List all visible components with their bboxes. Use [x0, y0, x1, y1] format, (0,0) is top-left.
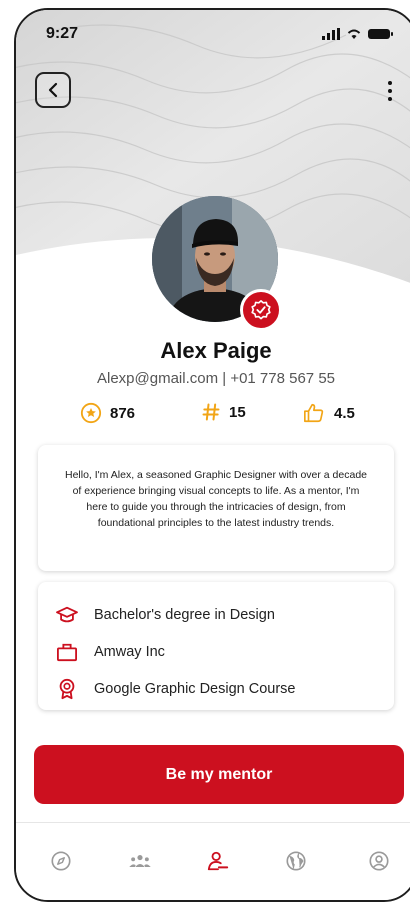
detail-certification-label: Google Graphic Design Course	[94, 680, 296, 697]
stat-points-value: 876	[110, 404, 136, 422]
award-ribbon-icon	[56, 678, 78, 700]
nav-explore[interactable]	[49, 849, 73, 873]
chevron-left-icon	[48, 82, 58, 98]
nav-global[interactable]	[284, 849, 308, 873]
stats-row: 876 15 4.5	[16, 402, 410, 428]
profile-contact: Alexp@gmail.com | +01 778 567 55	[96, 370, 335, 387]
verified-badge	[240, 289, 282, 331]
details-card: Bachelor's degree in Design Amway Inc Go…	[38, 582, 394, 710]
more-dot	[388, 89, 392, 93]
nav-profile[interactable]	[367, 849, 391, 873]
group-icon	[129, 855, 151, 867]
mentor-icon	[207, 851, 229, 871]
detail-certification: Google Graphic Design Course	[56, 670, 376, 707]
stat-points: 876	[80, 402, 135, 424]
graduation-cap-icon	[56, 604, 78, 626]
detail-education: Bachelor's degree in Design	[56, 596, 376, 633]
verified-check-icon	[251, 300, 271, 320]
hashtag-icon	[202, 403, 220, 421]
account-icon	[369, 851, 389, 871]
wifi-icon	[347, 29, 361, 39]
more-dot	[388, 97, 392, 101]
bottom-nav	[16, 822, 410, 900]
profile-name: Alex Paige	[160, 338, 272, 363]
be-my-mentor-button[interactable]: Be my mentor	[34, 745, 404, 804]
nav-community[interactable]	[128, 849, 152, 873]
stat-sessions: 15	[201, 402, 246, 422]
back-button[interactable]	[35, 72, 71, 108]
status-bar: 9:27	[16, 10, 410, 58]
briefcase-icon	[56, 641, 78, 663]
stat-rating-value: 4.5	[334, 404, 355, 422]
thumbs-up-icon	[304, 403, 324, 423]
detail-education-label: Bachelor's degree in Design	[94, 606, 275, 623]
compass-icon	[51, 851, 71, 871]
stat-rating: 4.5	[302, 402, 355, 424]
phone-frame: 9:27 Alex Paige Alexp@gmail.com | +01 77…	[14, 8, 410, 902]
more-options-button[interactable]	[382, 74, 398, 108]
status-icons	[322, 28, 394, 40]
detail-company-label: Amway Inc	[94, 643, 165, 660]
globe-icon	[286, 851, 306, 871]
bio-text: Hello, I'm Alex, a seasoned Graphic Desi…	[65, 469, 367, 529]
battery-icon	[368, 29, 393, 39]
star-circle-icon	[80, 402, 102, 424]
status-time: 9:27	[46, 25, 79, 42]
detail-company: Amway Inc	[56, 633, 376, 670]
nav-mentors[interactable]	[206, 849, 230, 873]
signal-icon	[322, 28, 340, 40]
more-dot	[388, 81, 392, 85]
stat-sessions-value: 15	[229, 403, 246, 421]
bio-card: Hello, I'm Alex, a seasoned Graphic Desi…	[38, 445, 394, 571]
